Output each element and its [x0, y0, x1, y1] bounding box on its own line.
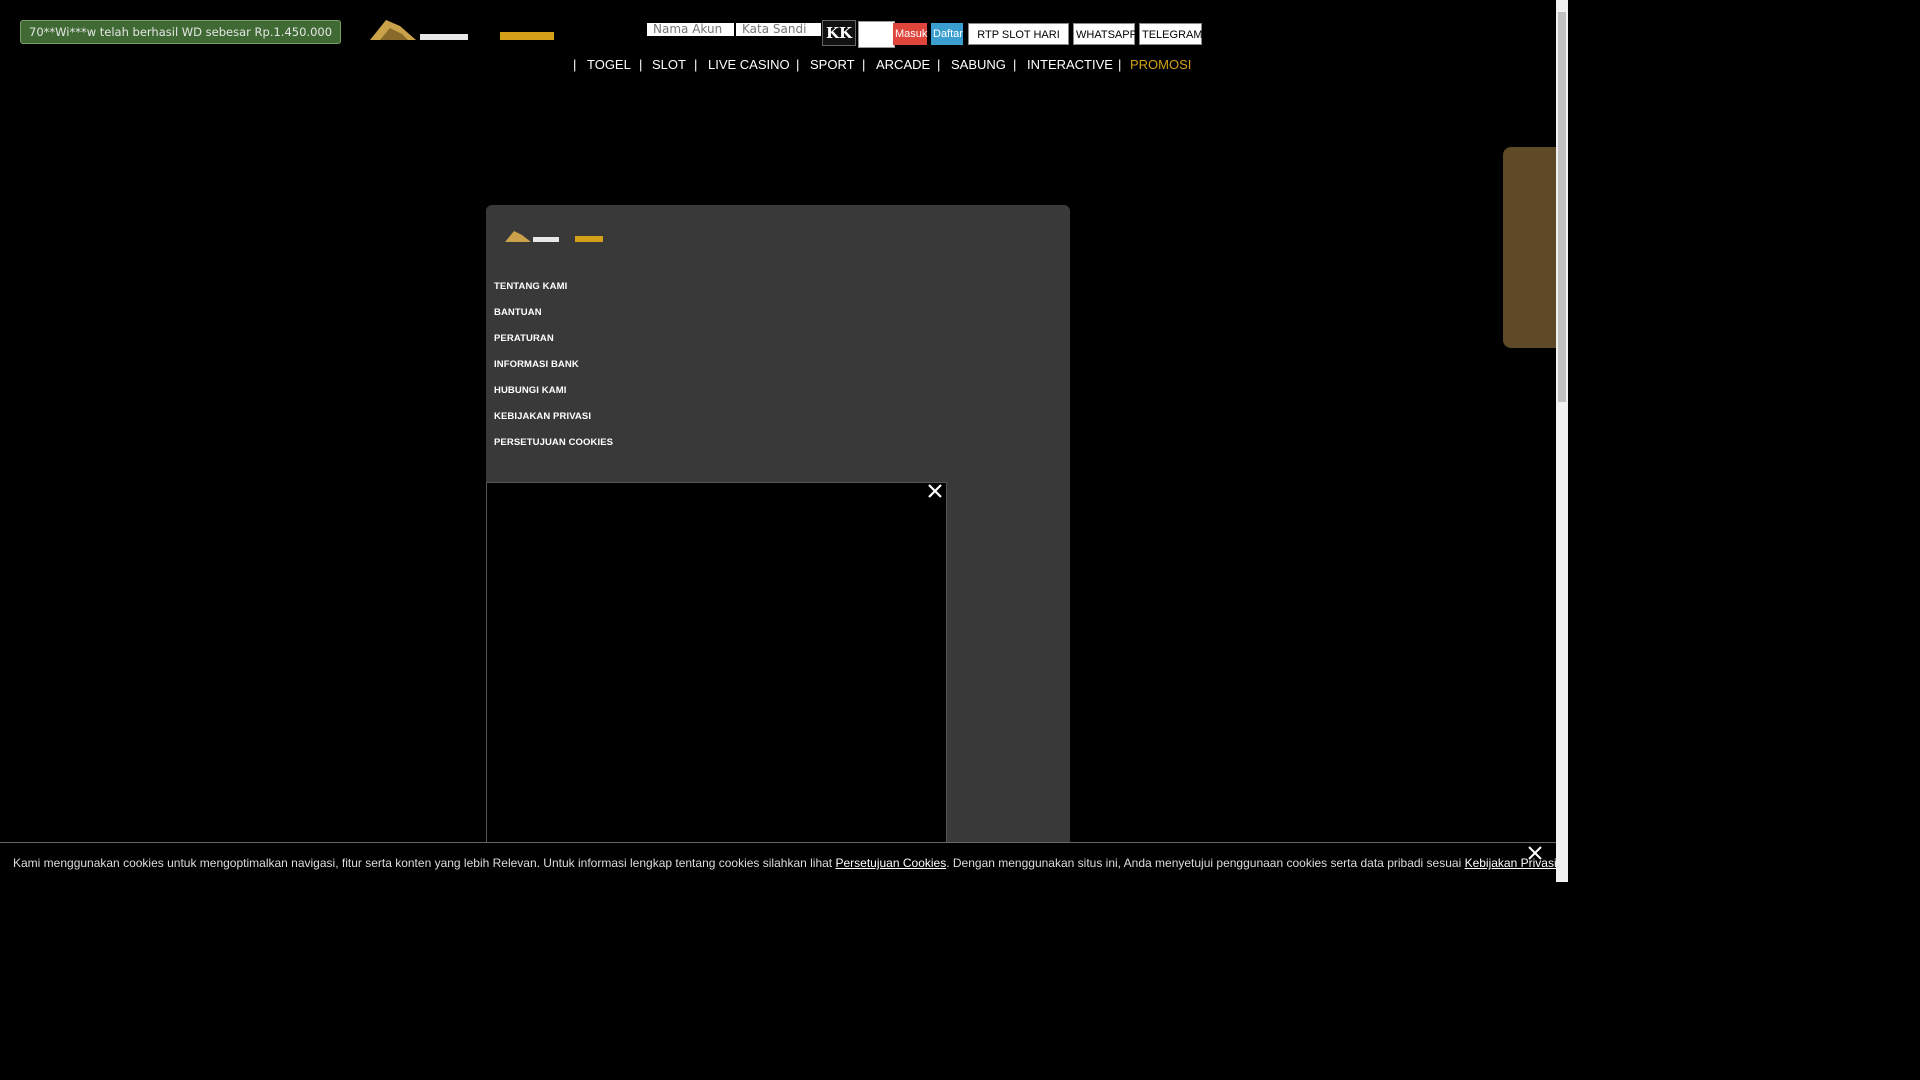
page-scrollbar[interactable]: [1556, 0, 1568, 882]
nav-item-live-casino[interactable]: LIVE CASINO: [708, 57, 790, 73]
nav-item-togel[interactable]: TOGEL: [587, 57, 631, 73]
cookie-text-part: Kami menggunakan cookies untuk mengoptim…: [13, 856, 836, 870]
nav-item-slot[interactable]: SLOT: [652, 57, 686, 73]
captcha-image: KK: [822, 20, 856, 46]
nav-separator: |: [694, 57, 698, 72]
footer-link-bantuan[interactable]: BANTUAN: [494, 307, 542, 319]
scrollbar-thumb[interactable]: [1558, 12, 1566, 402]
footer-link-tentang-kami[interactable]: TENTANG KAMI: [494, 281, 567, 293]
cookie-policy-link[interactable]: Persetujuan Cookies: [835, 856, 946, 870]
cookie-text-part: . Dengan menggunakan situs ini, Anda men…: [946, 856, 1465, 870]
cookie-message: Kami menggunakan cookies untuk mengoptim…: [13, 856, 1560, 870]
side-floating-tab[interactable]: [1503, 147, 1556, 348]
whatsapp-button[interactable]: WHATSAPP: [1073, 23, 1137, 45]
username-input[interactable]: [647, 23, 734, 36]
nav-item-interactive[interactable]: INTERACTIVE: [1027, 57, 1113, 73]
close-icon[interactable]: [926, 482, 944, 500]
nav-separator: |: [1118, 57, 1122, 72]
footer-link-hubungi-kami[interactable]: HUBUNGI KAMI: [494, 385, 566, 397]
footer-logo: [505, 228, 605, 242]
logo-graphic: [370, 20, 554, 40]
nav-separator: |: [639, 57, 643, 72]
footer-link-kebijakan-privasi[interactable]: KEBIJAKAN PRIVASI: [494, 411, 591, 423]
footer-link-persetujuan-cookies[interactable]: PERSETUJUAN COOKIES: [494, 437, 613, 449]
nav-separator: |: [1013, 57, 1017, 72]
footer-link-informasi-bank[interactable]: INFORMASI BANK: [494, 359, 579, 371]
footer-link-peraturan[interactable]: PERATURAN: [494, 333, 554, 345]
rtp-slot-button[interactable]: RTP SLOT HARI INI: [968, 23, 1069, 63]
nav-separator: |: [862, 57, 866, 72]
nav-item-sabung[interactable]: SABUNG: [951, 57, 1006, 73]
withdrawal-notification: 70**Wi***w telah berhasil WD sebesar Rp.…: [20, 20, 342, 44]
nav-item-arcade[interactable]: ARCADE: [876, 57, 930, 73]
nav-item-promosi[interactable]: PROMOSI: [1130, 57, 1191, 73]
nav-separator: |: [937, 57, 941, 72]
footer-logo-graphic: [505, 231, 603, 242]
video-popup[interactable]: [486, 482, 947, 882]
telegram-button[interactable]: TELEGRAM: [1139, 23, 1203, 45]
cookie-close-icon[interactable]: [1525, 843, 1545, 863]
captcha-input[interactable]: [858, 21, 895, 48]
password-input[interactable]: [736, 23, 821, 36]
site-logo[interactable]: [368, 12, 558, 40]
nav-separator: |: [573, 57, 577, 72]
login-button[interactable]: Masuk: [893, 23, 927, 45]
nav-separator: |: [796, 57, 800, 72]
register-button[interactable]: Daftar: [931, 23, 963, 45]
nav-item-sport[interactable]: SPORT: [810, 57, 855, 73]
cookie-text-part: .: [1556, 856, 1560, 870]
cookie-consent-bar: Kami menggunakan cookies untuk mengoptim…: [0, 842, 1560, 882]
